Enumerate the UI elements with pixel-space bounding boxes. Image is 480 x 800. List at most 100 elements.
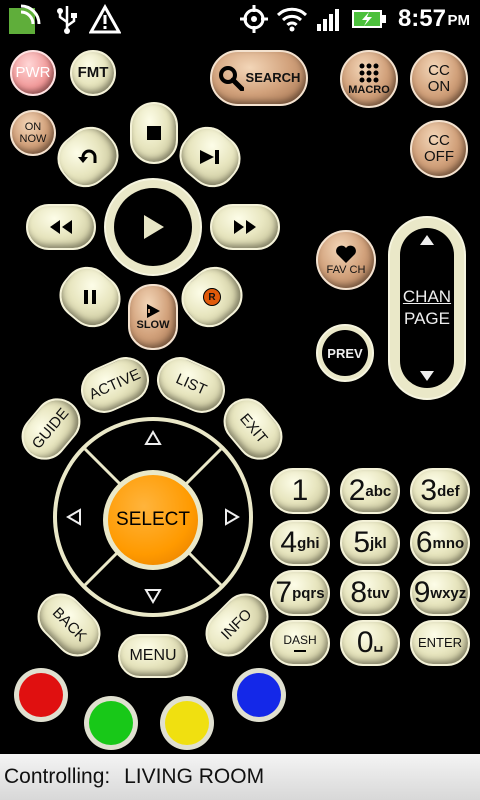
controlling-footer: Controlling: LIVING ROOM <box>0 754 480 800</box>
keypad-digit: 9 <box>413 576 431 609</box>
dpad: SELECT <box>50 414 256 620</box>
dpad-left-button[interactable] <box>56 487 92 547</box>
pause-button[interactable] <box>49 257 131 337</box>
wifi-icon <box>276 4 308 34</box>
green-button[interactable] <box>84 696 138 750</box>
menu-button[interactable]: MENU <box>118 634 188 678</box>
keypad-letters: abc <box>365 482 392 500</box>
play-button[interactable] <box>114 188 192 266</box>
triangle-up-icon <box>420 235 434 245</box>
keypad-7-button[interactable]: 7 pqrs <box>270 570 330 616</box>
keypad-8-button[interactable]: 8 tuv <box>340 570 400 616</box>
on-now-button[interactable]: ON NOW <box>10 110 56 156</box>
yellow-button[interactable] <box>160 696 214 750</box>
replay-button[interactable] <box>47 117 129 197</box>
keypad-0-button[interactable]: 0 ␣ <box>340 620 400 666</box>
keypad-digit: 1 <box>291 474 309 507</box>
play-button-ring[interactable] <box>104 178 202 276</box>
keypad-letters: wxyz <box>430 584 467 602</box>
power-label: PWR <box>15 64 51 82</box>
cc-off-label-2: OFF <box>424 148 454 165</box>
back-label: BACK <box>48 604 90 646</box>
signal-icon <box>314 4 344 34</box>
arrow-down-icon <box>144 589 162 604</box>
on-now-label-1: ON <box>24 120 42 133</box>
gps-icon <box>238 4 270 34</box>
keypad-digit: 2 <box>348 474 366 507</box>
fast-forward-icon <box>234 220 256 234</box>
list-button[interactable]: LIST <box>149 349 233 421</box>
search-button[interactable]: SEARCH <box>210 50 308 106</box>
blue-button[interactable] <box>232 668 286 722</box>
rewind-icon <box>50 220 72 234</box>
keypad-letters: pqrs <box>292 584 325 602</box>
record-button[interactable]: R <box>171 257 253 337</box>
controlling-device: LIVING ROOM <box>124 765 265 788</box>
keypad-digit: 7 <box>275 576 293 609</box>
prev-button[interactable]: PREV <box>316 324 374 382</box>
skip-forward-icon <box>200 150 219 164</box>
keypad-letters: ghi <box>297 534 320 552</box>
keypad-6-button[interactable]: 6 mno <box>410 520 470 566</box>
red-button[interactable] <box>14 668 68 722</box>
slow-label: SLOW <box>136 318 170 331</box>
fav-ch-button[interactable]: FAV CH <box>316 230 376 290</box>
keypad-digit: 0 <box>356 626 374 659</box>
active-button[interactable]: ACTIVE <box>73 349 157 421</box>
cc-off-button[interactable]: CC OFF <box>410 120 468 178</box>
stop-button[interactable] <box>130 102 178 164</box>
cc-on-button[interactable]: CC ON <box>410 50 468 108</box>
dash-underline <box>294 650 306 653</box>
enter-button[interactable]: ENTER <box>410 620 470 666</box>
pause-icon <box>84 290 96 304</box>
dash-button[interactable]: DASH <box>270 620 330 666</box>
arrow-up-icon <box>144 430 162 445</box>
skip-forward-button[interactable] <box>169 117 251 197</box>
format-label: FMT <box>77 64 109 82</box>
arrow-left-icon <box>66 508 81 526</box>
controlling-label: Controlling: <box>4 765 111 788</box>
slow-button[interactable]: SLOW <box>128 284 178 350</box>
keypad-letters: def <box>437 482 460 500</box>
fast-forward-button[interactable] <box>210 204 280 250</box>
power-button[interactable]: PWR <box>10 50 56 96</box>
chan-page-label: CHAN PAGE <box>390 286 464 330</box>
dpad-up-button[interactable] <box>123 420 183 456</box>
cc-off-label-1: CC <box>428 132 450 150</box>
dpad-down-button[interactable] <box>123 578 183 614</box>
keypad-2-button[interactable]: 2 abc <box>340 468 400 514</box>
prev-label: PREV <box>327 345 363 361</box>
status-bar: 8:57 PM <box>0 0 480 38</box>
warning-icon <box>88 4 122 34</box>
rewind-button[interactable] <box>26 204 96 250</box>
keypad-9-button[interactable]: 9 wxyz <box>410 570 470 616</box>
keypad-1-button[interactable]: 1 <box>270 468 330 514</box>
keypad-grid-icon <box>359 63 379 83</box>
keypad-letters: ␣ <box>373 635 384 652</box>
dpad-right-button[interactable] <box>214 487 250 547</box>
keypad-digit: 8 <box>350 576 368 609</box>
info-label: INFO <box>218 606 256 644</box>
select-label: SELECT <box>116 509 190 530</box>
keypad-4-button[interactable]: 4 ghi <box>270 520 330 566</box>
play-icon <box>144 215 164 239</box>
replay-icon <box>78 149 97 163</box>
format-button[interactable]: FMT <box>70 50 116 96</box>
on-now-label-2: NOW <box>19 133 47 145</box>
keypad-digit: 4 <box>280 526 298 559</box>
record-label: R <box>203 288 221 306</box>
cc-on-label-1: CC <box>428 62 450 80</box>
app-notification-icon <box>6 4 46 34</box>
keypad-5-button[interactable]: 5 jkl <box>340 520 400 566</box>
battery-charging-icon <box>350 4 388 34</box>
select-button[interactable]: SELECT <box>108 475 198 565</box>
stop-icon <box>147 126 161 140</box>
slow-play-icon <box>147 303 160 318</box>
macro-button[interactable]: MACRO <box>340 50 398 108</box>
keypad-3-button[interactable]: 3 def <box>410 468 470 514</box>
chan-label: CHAN <box>402 287 452 306</box>
list-label: LIST <box>173 370 210 399</box>
triangle-down-icon <box>420 371 434 381</box>
keypad-letters: jkl <box>370 534 387 552</box>
magnifier-icon <box>218 66 244 91</box>
